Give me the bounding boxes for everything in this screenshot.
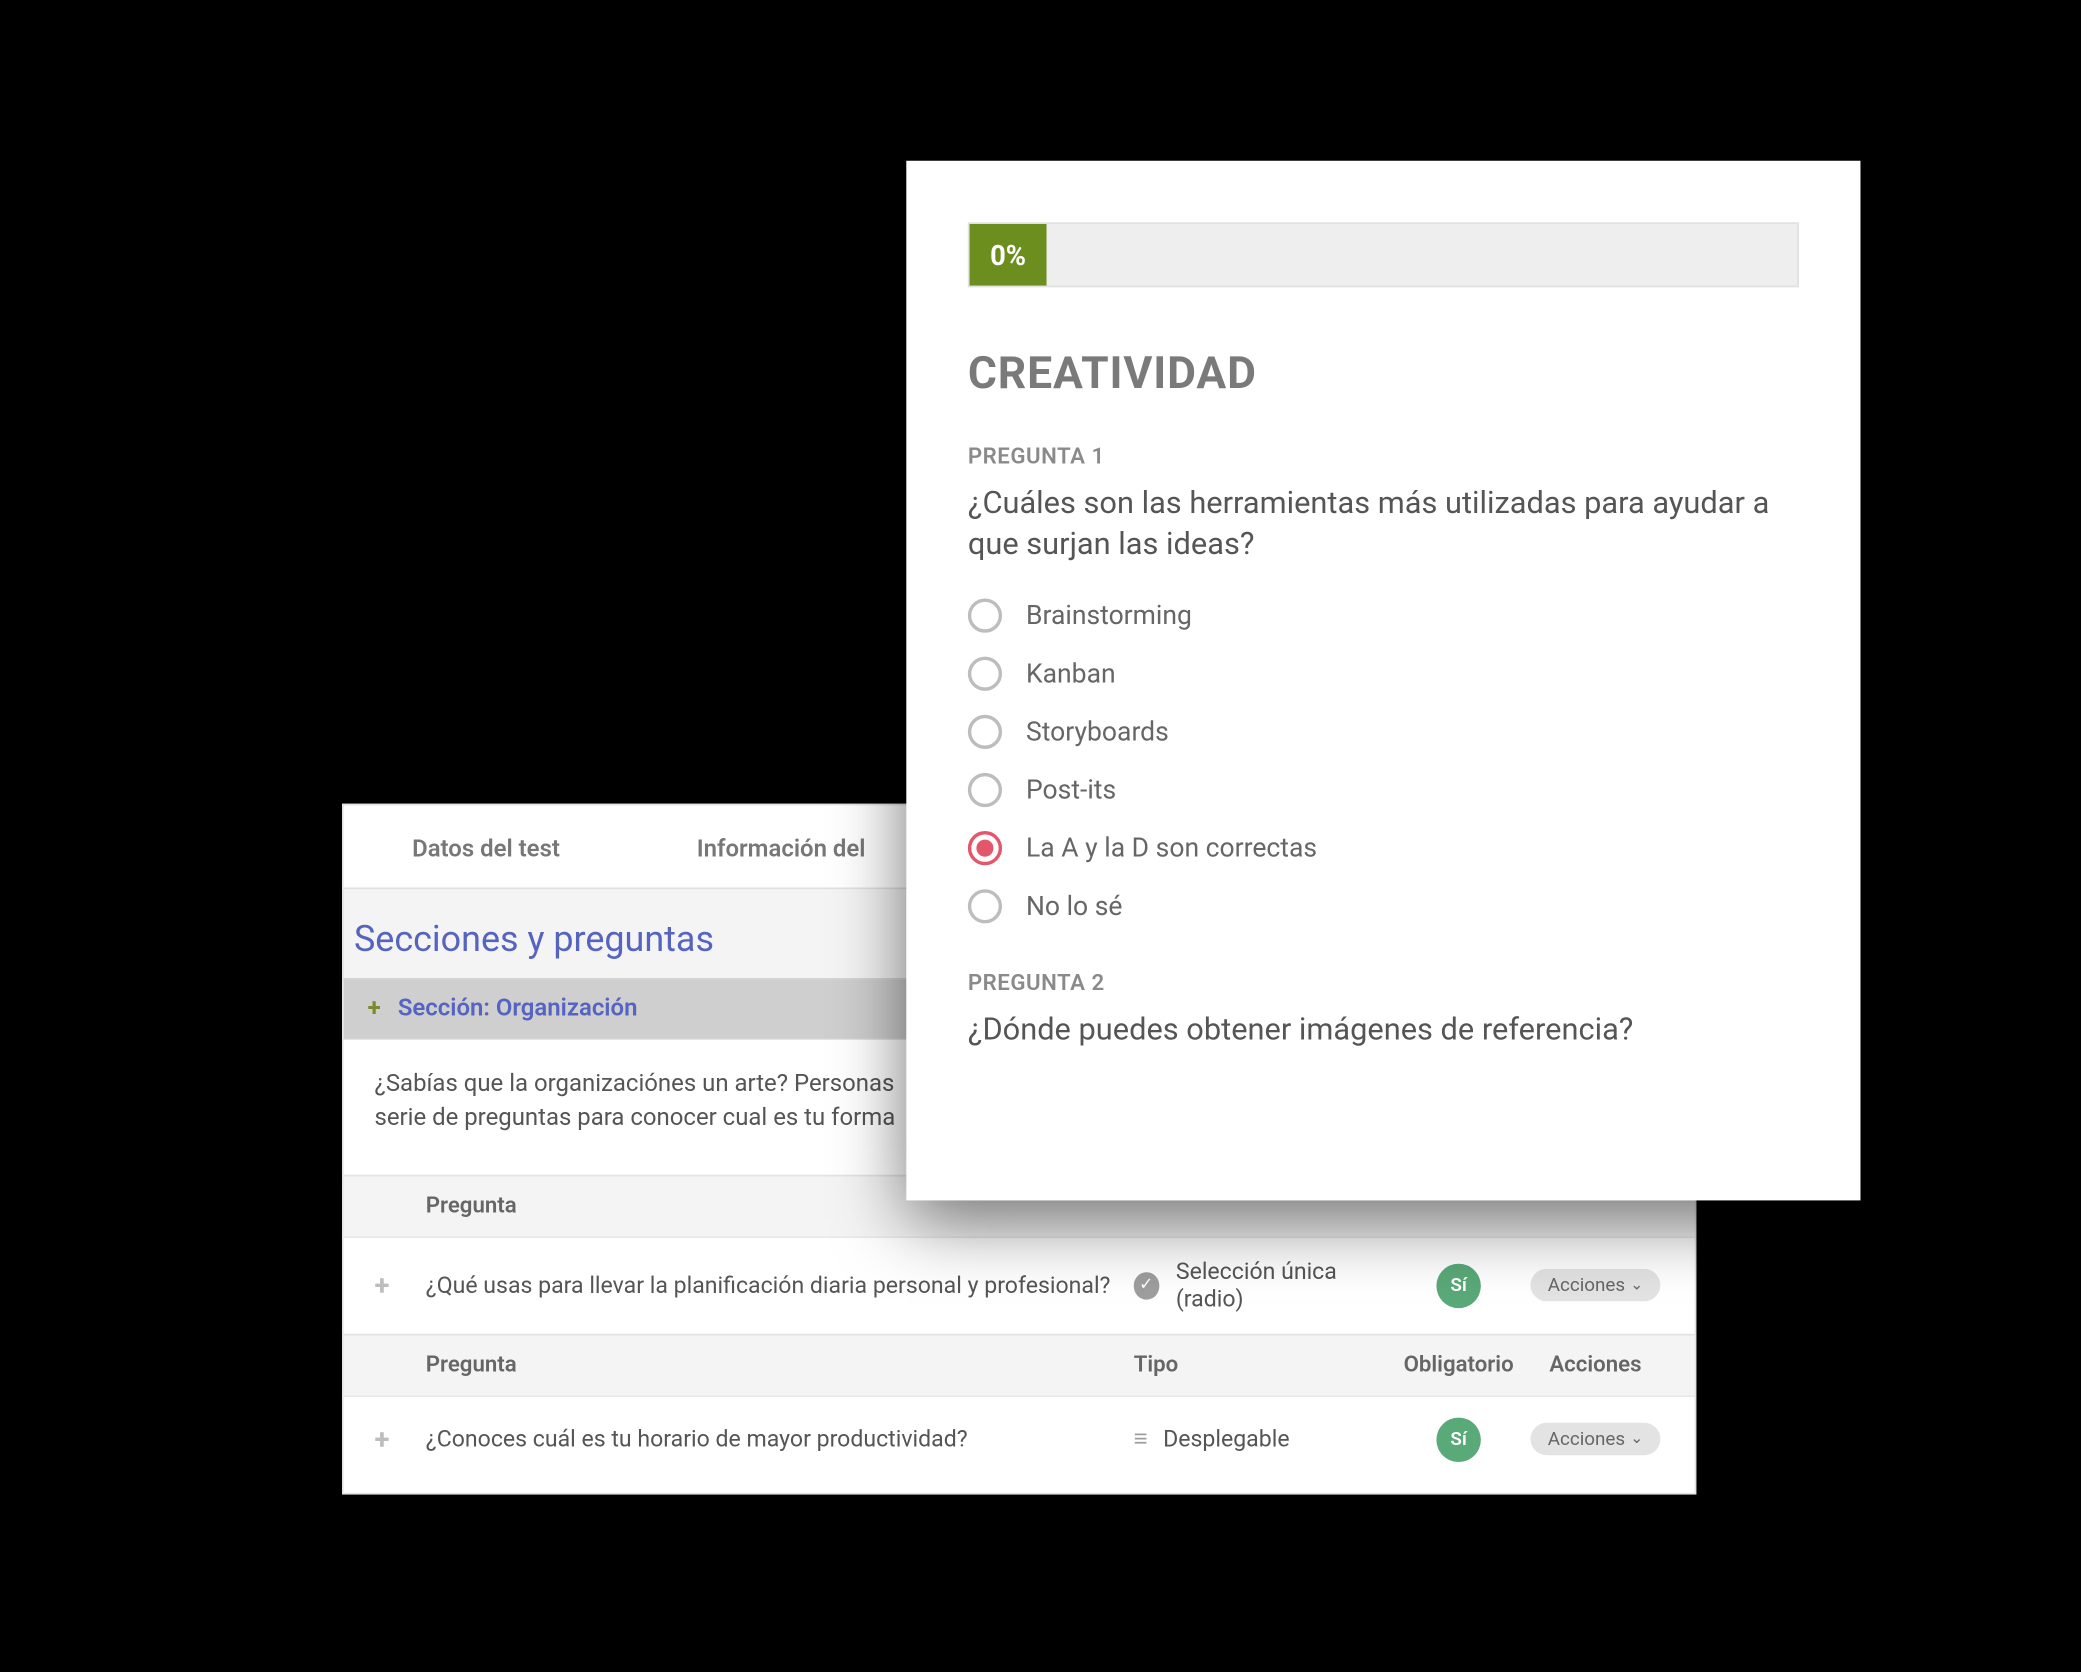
radio-type-icon <box>1134 1272 1159 1299</box>
quiz-panel: 0% CREATIVIDAD PREGUNTA 1 ¿Cuáles son la… <box>906 161 1860 1201</box>
question-block-1: PREGUNTA 1 ¿Cuáles son las herramientas … <box>968 445 1799 923</box>
radio-icon <box>968 889 1002 923</box>
row-actions-button[interactable]: Acciones⌄ <box>1531 1269 1661 1301</box>
question-text: ¿Dónde puedes obtener imágenes de refere… <box>968 1010 1799 1052</box>
question-number-label: PREGUNTA 1 <box>968 445 1799 471</box>
question-table-header: Pregunta Tipo Obligatorio Acciones <box>344 1333 1695 1395</box>
radio-icon <box>968 714 1002 748</box>
question-block-2: PREGUNTA 2 ¿Dónde puedes obtener imágene… <box>968 971 1799 1052</box>
question-row: + ¿Qué usas para llevar la planificación… <box>344 1236 1695 1333</box>
dropdown-type-icon: ≡ <box>1134 1425 1146 1454</box>
col-acciones: Acciones <box>1527 1352 1664 1378</box>
radio-icon <box>968 772 1002 806</box>
option-d[interactable]: Post-its <box>968 772 1799 806</box>
option-b[interactable]: Kanban <box>968 656 1799 690</box>
question-row: + ¿Conoces cuál es tu horario de mayor p… <box>344 1395 1695 1492</box>
required-badge: Sí <box>1436 1417 1480 1461</box>
progress-bar: 0% <box>968 222 1799 287</box>
question-type: Desplegable <box>1163 1425 1289 1452</box>
radio-icon-selected <box>968 830 1002 864</box>
option-e[interactable]: La A y la D son correctas <box>968 830 1799 864</box>
question-text: ¿Qué usas para llevar la planificación d… <box>426 1272 1134 1299</box>
tab-info[interactable]: Información del <box>697 836 866 863</box>
col-tipo: Tipo <box>1134 1352 1391 1378</box>
option-f[interactable]: No lo sé <box>968 889 1799 923</box>
chevron-down-icon: ⌄ <box>1630 1277 1643 1294</box>
plus-icon: + <box>368 995 381 1022</box>
tab-datos[interactable]: Datos del test <box>412 836 560 863</box>
required-badge: Sí <box>1436 1263 1480 1307</box>
drag-handle-icon[interactable]: + <box>374 1269 389 1301</box>
question-text: ¿Conoces cuál es tu horario de mayor pro… <box>426 1425 1134 1452</box>
quiz-section-title: CREATIVIDAD <box>968 349 1799 400</box>
option-a[interactable]: Brainstorming <box>968 598 1799 632</box>
radio-icon <box>968 656 1002 690</box>
row-actions-button[interactable]: Acciones⌄ <box>1531 1423 1661 1455</box>
option-c[interactable]: Storyboards <box>968 714 1799 748</box>
radio-icon <box>968 598 1002 632</box>
question-text: ¿Cuáles son las herramientas más utiliza… <box>968 484 1799 567</box>
question-number-label: PREGUNTA 2 <box>968 971 1799 997</box>
chevron-down-icon: ⌄ <box>1630 1431 1643 1448</box>
question-type: Selección única (radio) <box>1176 1258 1390 1313</box>
section-label: Sección: Organización <box>398 995 638 1022</box>
drag-handle-icon[interactable]: + <box>374 1423 389 1455</box>
progress-value: 0% <box>970 224 1047 286</box>
col-obligatorio: Obligatorio <box>1390 1352 1527 1378</box>
col-pregunta: Pregunta <box>426 1352 1134 1378</box>
